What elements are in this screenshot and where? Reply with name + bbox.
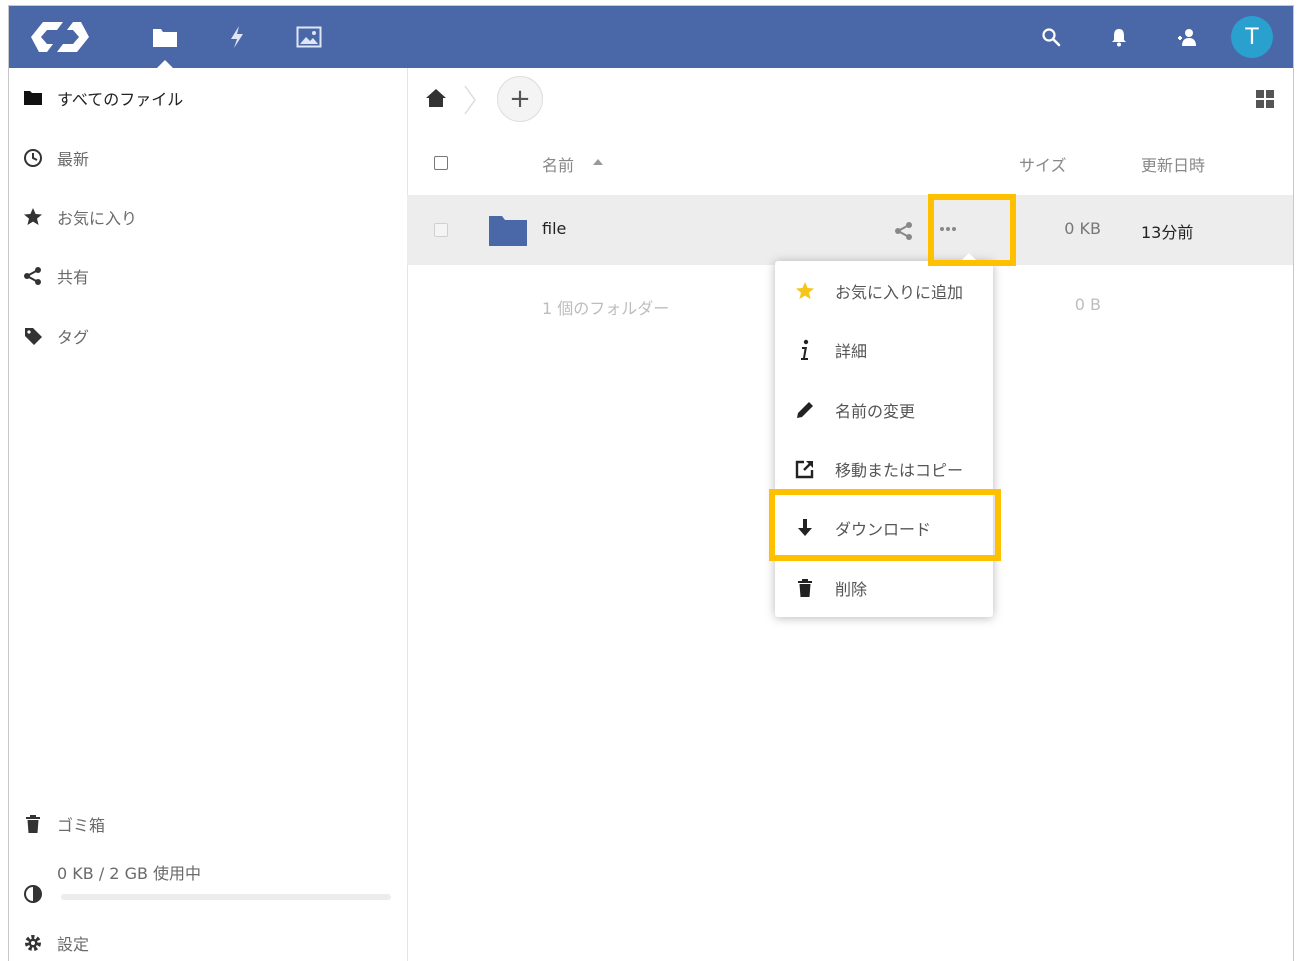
sidebar-item-trash[interactable]: ゴミ箱 [9,794,407,853]
table-row[interactable]: file 0 KB 13分前 [407,195,1293,265]
sidebar-item-all-files[interactable]: すべてのファイル [9,68,407,127]
folder-icon [489,216,527,246]
column-modified[interactable]: 更新日時 [1141,152,1205,176]
lightning-icon [231,26,243,48]
sort-ascending-icon [593,159,603,165]
app-window: T すべてのファイル 最新 お気に入り 共有 タグ ゴミ箱 0 KB / 2 G… [8,5,1294,961]
menu-item-label: 削除 [835,579,868,599]
sidebar-item-label: 共有 [57,267,90,287]
clock-icon [24,148,42,167]
sidebar-item-settings[interactable]: 設定 [9,913,407,961]
app-navigation [129,6,345,68]
sidebar-item-recent[interactable]: 最新 [9,128,407,187]
app-activity[interactable] [201,6,273,68]
column-name[interactable]: 名前 [542,152,574,176]
share-icon [24,266,41,285]
highlight-more-button [928,194,1016,266]
header-right: T [1017,6,1273,68]
user-avatar[interactable]: T [1231,16,1273,58]
share-icon[interactable] [894,221,914,241]
gear-icon [25,934,41,951]
new-button[interactable]: + [497,76,543,122]
nextcloud-logo-icon[interactable] [29,16,91,58]
pencil-icon [797,401,813,418]
star-icon [796,281,814,299]
grid-view-icon[interactable] [1255,89,1275,109]
main-content: + 名前 サイズ 更新日時 file 0 KB 13分前 1 個のフォルダー 0… [407,68,1293,961]
sidebar-item-label: お気に入り [57,208,138,228]
menu-item-label: 名前の変更 [835,401,916,421]
highlight-download-item [769,489,1001,561]
column-size[interactable]: サイズ [1019,152,1067,176]
folder-icon [24,90,42,105]
file-list-header: 名前 サイズ 更新日時 [407,130,1293,194]
pie-chart-icon [24,884,42,903]
info-icon [801,339,809,360]
menu-item-add-favorite[interactable]: お気に入りに追加 [775,261,993,320]
sidebar-item-tags[interactable]: タグ [9,306,407,365]
sidebar-item-label: 最新 [57,149,90,169]
menu-item-label: 詳細 [835,341,868,361]
app-files[interactable] [129,6,201,68]
folder-icon [153,29,177,47]
menu-item-delete[interactable]: 削除 [775,558,993,617]
sidebar-item-label: すべてのファイル [57,89,184,109]
search-button[interactable] [1017,6,1085,68]
file-name[interactable]: file [542,219,566,238]
header-bar: T [9,6,1293,68]
external-link-icon [795,460,814,478]
sidebar-item-favorites[interactable]: お気に入り [9,187,407,246]
menu-item-rename[interactable]: 名前の変更 [775,380,993,439]
search-icon [1042,28,1061,47]
sidebar-item-label: タグ [57,327,90,347]
sidebar-item-shared[interactable]: 共有 [9,246,407,305]
notifications-button[interactable] [1085,6,1153,68]
select-all-checkbox[interactable] [434,156,448,170]
sidebar: すべてのファイル 最新 お気に入り 共有 タグ ゴミ箱 0 KB / 2 GB … [9,68,408,961]
app-gallery[interactable] [273,6,345,68]
quota-label: 0 KB / 2 GB 使用中 [57,863,202,883]
tag-icon [25,327,42,345]
sidebar-item-label: 設定 [57,934,90,954]
trash-icon [26,814,40,833]
quota-progress-bar [61,894,391,900]
contacts-icon [1178,29,1196,46]
trash-icon [798,578,812,597]
file-action-menu: お気に入りに追加 詳細 名前の変更 移動またはコピー ダウンロード 削除 [775,253,993,617]
bell-icon [1112,29,1126,47]
breadcrumb: + [407,68,1293,130]
sidebar-item-label: ゴミ箱 [57,815,106,835]
file-summary-size: 0 B [1074,295,1101,314]
breadcrumb-separator-icon [464,85,476,115]
plus-icon: + [509,84,531,114]
contacts-button[interactable] [1153,6,1221,68]
row-checkbox[interactable] [434,223,448,237]
file-summary: 1 個のフォルダー [542,299,670,318]
menu-item-details[interactable]: 詳細 [775,320,993,379]
menu-item-label: 移動またはコピー [835,460,964,480]
sidebar-quota: 0 KB / 2 GB 使用中 [9,854,407,913]
file-size: 0 KB [1064,219,1101,238]
menu-item-label: お気に入りに追加 [835,282,964,302]
image-icon [296,26,322,48]
star-icon [24,207,42,225]
file-modified: 13分前 [1141,223,1194,242]
home-icon[interactable] [425,88,447,108]
